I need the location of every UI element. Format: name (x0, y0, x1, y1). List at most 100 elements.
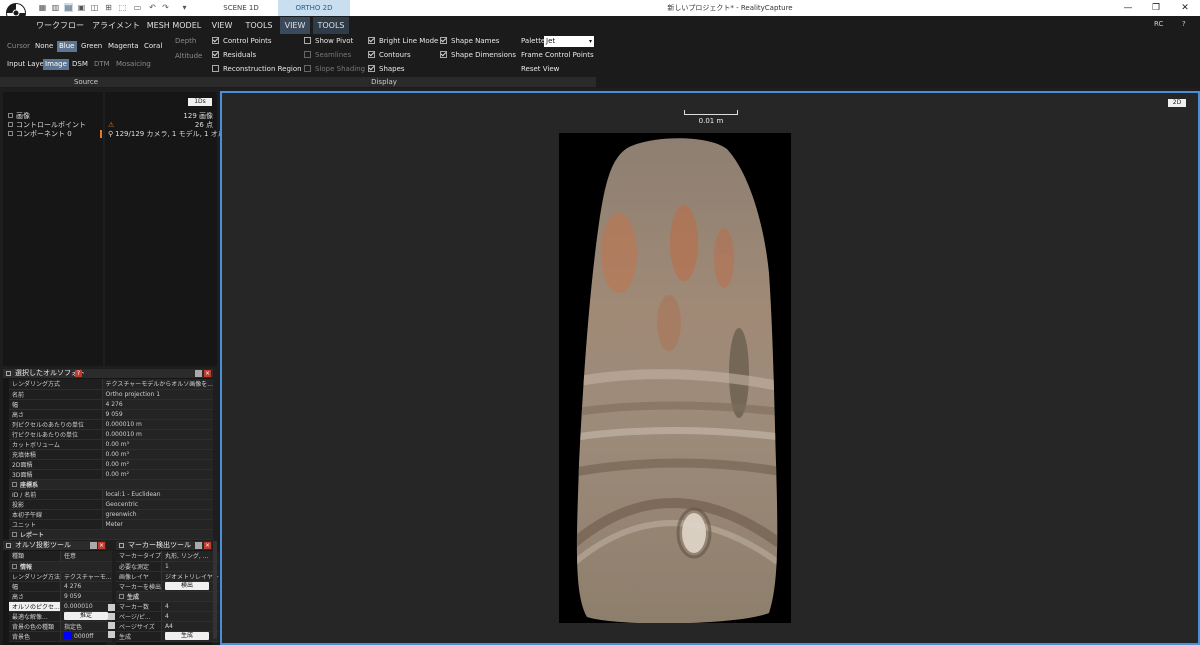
cursor-magenta-button[interactable]: Magenta (106, 41, 141, 52)
table-row[interactable]: 3D面積 0.00 m² (9, 469, 213, 480)
prop-value[interactable]: 任意 (60, 551, 112, 562)
table-row[interactable]: 背景の色の種類 指定色 (9, 621, 112, 632)
dock-icon[interactable] (195, 370, 202, 377)
prop-value[interactable]: 0.000010 (60, 601, 112, 612)
prop-value[interactable]: A4 (161, 621, 219, 632)
prop-value[interactable]: 0.00 m² (101, 469, 213, 480)
table-row[interactable]: 生成 生成 (116, 631, 219, 642)
collapse-icon[interactable] (6, 543, 11, 548)
tree-item-component[interactable]: コンポーネント 0 (8, 130, 72, 139)
table-row[interactable]: 幅4 276 (9, 581, 112, 592)
prop-value[interactable]: Meter (101, 519, 213, 530)
table-row[interactable]: 本初子午線 greenwich (9, 509, 213, 520)
input-mosaicing-button[interactable]: Mosaicing (114, 59, 153, 70)
redo-icon[interactable]: ↷ (161, 3, 170, 12)
table-row[interactable]: 幅4 276 (9, 399, 213, 410)
panel-scrollbar[interactable] (213, 541, 217, 639)
help-icon[interactable]: ? (1182, 20, 1186, 28)
input-dsm-button[interactable]: DSM (70, 59, 90, 70)
prop-value[interactable]: 0.000010 m (101, 419, 213, 430)
close-panel-icon[interactable]: × (204, 370, 211, 377)
table-row[interactable]: 高さ 9 059 (9, 409, 213, 420)
prop-value[interactable]: 4 (161, 601, 219, 612)
table-row[interactable]: ユニット Meter (9, 519, 213, 530)
report-section-row[interactable]: レポート (9, 529, 213, 540)
close-panel-icon[interactable]: × (204, 542, 211, 549)
close-panel-icon[interactable]: × (98, 542, 105, 549)
tab-ortho-view[interactable]: VIEW (280, 17, 310, 34)
input-dtm-button[interactable]: DTM (92, 59, 112, 70)
table-row[interactable]: レンダリング方式 テクスチャーモデルからオルソ画像を... (9, 379, 213, 390)
prop-value[interactable]: 4 (161, 611, 219, 622)
cursor-none-button[interactable]: None (33, 41, 55, 52)
depth-button[interactable]: Depth (173, 36, 198, 47)
close-button[interactable]: ✕ (1170, 0, 1200, 16)
tab-workflow[interactable]: ワークフロー (34, 17, 86, 34)
tab-mesh-model[interactable]: MESH MODEL (145, 17, 203, 34)
estimate-button[interactable]: 推定 (64, 612, 109, 620)
prop-value[interactable]: 4 276 (101, 399, 213, 410)
table-row[interactable]: 背景色 0000ff (9, 631, 112, 642)
prop-value[interactable]: 指定色 (60, 621, 112, 632)
prop-value[interactable]: テクスチャーモ... (60, 571, 112, 582)
undo-icon[interactable]: ↶ (148, 3, 157, 12)
layout-3-icon[interactable]: ▤ (64, 3, 73, 12)
palette-select[interactable]: Jet ▾ (544, 36, 594, 47)
table-row[interactable]: マーカーを検出 検出 (116, 581, 219, 592)
tree-item-control-points[interactable]: コントロールポイント (8, 121, 86, 130)
table-row[interactable]: 列ピクセルのあたりの単位 0.000010 m (9, 419, 213, 430)
scroll-down-icon[interactable] (108, 604, 115, 611)
table-row[interactable]: ページサイズ A4 (116, 621, 219, 632)
table-row[interactable]: ページ/ピ... 4 (116, 611, 219, 622)
control-points-checkbox[interactable]: Control Points (212, 36, 272, 47)
cursor-coral-button[interactable]: Coral (142, 41, 164, 52)
altitude-button[interactable]: Altitude (173, 51, 204, 62)
reset-view-button[interactable]: Reset View (519, 64, 561, 75)
table-row[interactable]: ID / 名前 local:1 - Euclidean (9, 489, 213, 500)
table-row[interactable]: 最適な解像... 推定 (9, 611, 112, 622)
table-row[interactable]: レンダリング方法 テクスチャーモ... (9, 571, 112, 582)
prop-value[interactable]: 0.00 m³ (101, 439, 213, 450)
tree-item-images[interactable]: 画像 (8, 112, 30, 121)
view-2d-badge[interactable]: 2D (1168, 99, 1186, 107)
view-cube-icon[interactable]: ⬚ (118, 3, 127, 12)
contours-checkbox[interactable]: Contours (368, 50, 411, 61)
help-badge-icon[interactable]: ? (75, 370, 82, 377)
cursor-green-button[interactable]: Green (79, 41, 104, 52)
coord-section-row[interactable]: 座標系 (9, 479, 213, 490)
prop-value[interactable]: 0.00 m³ (101, 449, 213, 460)
info-section-row[interactable]: 情報 (9, 561, 112, 572)
quick-access-dropdown-icon[interactable]: ▾ (180, 3, 189, 12)
layout-5-icon[interactable]: ◫ (90, 3, 99, 12)
layout-4-icon[interactable]: ▣ (77, 3, 86, 12)
expand-icon[interactable] (12, 531, 17, 537)
prop-value[interactable]: 0.00 m² (101, 459, 213, 470)
maximize-button[interactable]: ❐ (1141, 0, 1171, 16)
cursor-blue-button[interactable]: Blue (57, 41, 77, 52)
prop-value[interactable]: 9 059 (60, 591, 112, 602)
prop-value[interactable]: 丸形, リング, ... (161, 551, 219, 562)
gen-section-row[interactable]: 生成 (116, 591, 219, 602)
table-row[interactable]: 種類 任意 (9, 551, 112, 562)
table-row[interactable]: カットボリューム 0.00 m³ (9, 439, 213, 450)
dock-icon[interactable] (90, 542, 97, 549)
shape-dimensions-checkbox[interactable]: Shape Dimensions (440, 50, 516, 61)
scroll-end-icon[interactable] (108, 622, 115, 629)
layout-2-icon[interactable]: ▥ (51, 3, 60, 12)
expand-icon[interactable] (8, 131, 13, 136)
collapse-icon[interactable] (119, 543, 124, 548)
minimize-button[interactable]: — (1113, 0, 1143, 16)
view-1ds-badge[interactable]: 1Ds (188, 98, 212, 106)
shapes-checkbox[interactable]: Shapes (368, 64, 405, 75)
reconstruction-region-checkbox[interactable]: Reconstruction Region (212, 64, 302, 75)
prop-value[interactable]: local:1 - Euclidean (101, 489, 213, 500)
table-row[interactable]: マーカータイプ 丸形, リング, ... (116, 551, 219, 562)
color-swatch[interactable] (64, 632, 73, 639)
layout-6-icon[interactable]: ⊞ (104, 3, 113, 12)
table-row[interactable]: オルソのピクセ... 0.000010 (9, 601, 112, 612)
prop-value[interactable]: 4 276 (60, 581, 112, 592)
layout-1-icon[interactable]: ▦ (38, 3, 47, 12)
bright-line-mode-checkbox[interactable]: Bright Line Mode (368, 36, 438, 47)
tab-view[interactable]: VIEW (207, 17, 237, 34)
prop-value[interactable]: Ortho projection 1 (101, 389, 213, 400)
